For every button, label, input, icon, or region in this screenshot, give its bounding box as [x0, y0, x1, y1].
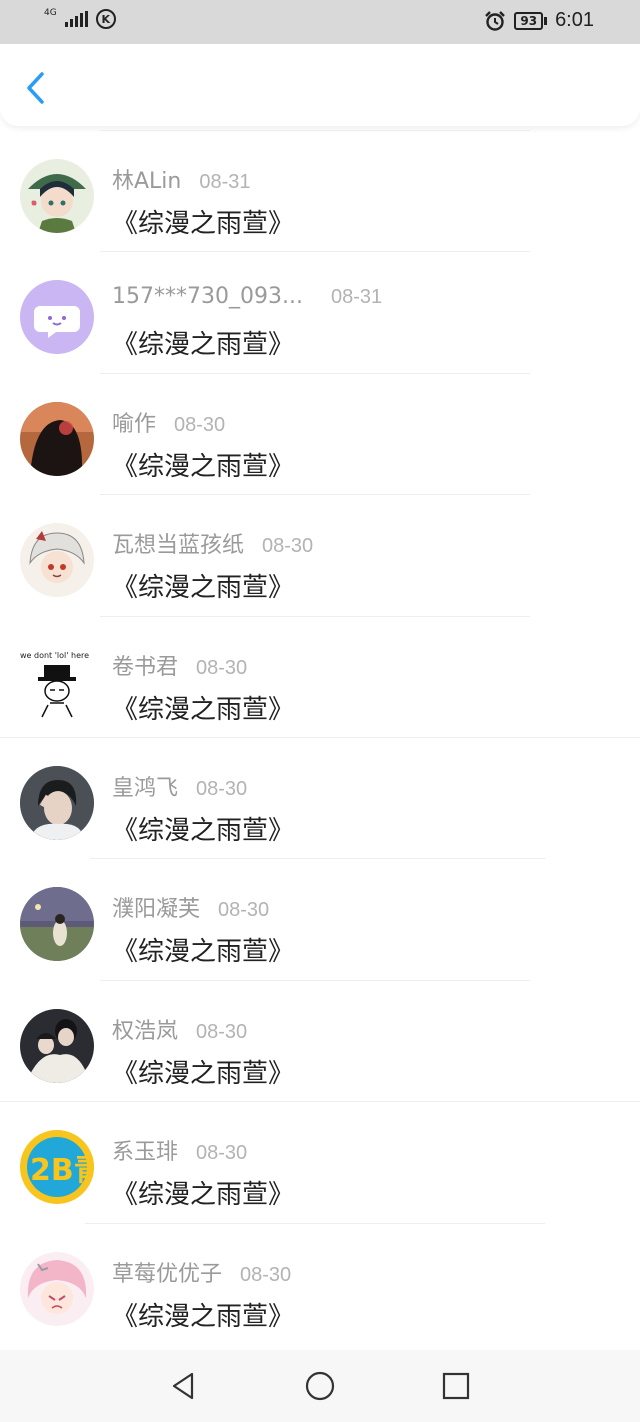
username: 草莓优优子 [112, 1261, 223, 1287]
list-item[interactable]: 喻作 08-30 《综漫之雨萱》 [0, 374, 640, 496]
avatar-caption: 2B青年 [30, 1153, 94, 1188]
list-item[interactable]: 157***730_093... 08-31 《综漫之雨萱》 [0, 252, 640, 374]
battery-level: 93 [514, 11, 544, 30]
top-app-bar [0, 44, 640, 126]
avatar[interactable] [20, 401, 94, 476]
username: 权浩岚 [112, 1018, 179, 1044]
book-title: 《综漫之雨萱》 [112, 451, 295, 482]
carrier-icon: K [95, 9, 116, 29]
book-title: 《综漫之雨萱》 [112, 573, 295, 604]
book-title: 《综漫之雨萱》 [112, 694, 295, 725]
avatar[interactable] [20, 887, 94, 962]
book-title: 《综漫之雨萱》 [112, 209, 295, 239]
avatar[interactable]: 2B青年 [20, 1130, 94, 1205]
date: 08-31 [330, 286, 383, 309]
signal-icon [64, 11, 88, 27]
square-recents-icon[interactable] [440, 1370, 472, 1402]
date: 08-30 [262, 535, 314, 558]
username: 皇鸿飞 [112, 775, 179, 801]
clock: 6:01 [555, 9, 594, 31]
reader-list: 林ALin 08-31 《综漫之雨萱》 157***730_093... 08-… [0, 130, 640, 1345]
book-title: 《综漫之雨萱》 [112, 1058, 295, 1089]
avatar[interactable] [20, 765, 94, 840]
list-item[interactable]: 草莓优优子 08-30 《综漫之雨萱》 [0, 1224, 640, 1345]
username: 濮阳凝芙 [112, 897, 201, 923]
username: 喻作 [112, 411, 157, 437]
chevron-left-icon[interactable] [22, 70, 50, 106]
username: 林ALin [112, 169, 182, 194]
date: 08-30 [218, 899, 270, 922]
status-bar: 4G K 93 6:01 [0, 0, 640, 44]
username: 卷书君 [112, 654, 179, 680]
list-item[interactable]: 皇鸿飞 08-30 《综漫之雨萱》 [0, 738, 640, 860]
username: 系玉琲 [112, 1140, 179, 1166]
book-title: 《综漫之雨萱》 [112, 815, 295, 846]
username: 157***730_093... [112, 284, 303, 310]
avatar[interactable] [20, 280, 94, 355]
status-left: 4G K [44, 7, 116, 29]
triangle-back-icon[interactable] [168, 1370, 200, 1402]
list-item[interactable]: 濮阳凝芙 08-30 《综漫之雨萱》 [0, 859, 640, 981]
date: 08-30 [196, 656, 248, 679]
list-item[interactable]: 林ALin 08-31 《综漫之雨萱》 [0, 131, 640, 253]
avatar[interactable] [20, 1251, 94, 1326]
avatar[interactable]: we dont 'lol' here [20, 644, 94, 719]
book-title: 《综漫之雨萱》 [112, 1180, 295, 1211]
book-title: 《综漫之雨萱》 [112, 937, 295, 968]
date: 08-30 [174, 413, 226, 436]
status-right: 93 6:01 [484, 9, 594, 32]
date: 08-31 [199, 171, 251, 193]
list-item[interactable]: 2B青年 系玉琲 08-30 《综漫之雨萱》 [0, 1102, 640, 1224]
avatar-caption: we dont 'lol' here [20, 651, 89, 660]
date: 08-30 [196, 1020, 248, 1043]
avatar[interactable] [20, 1008, 94, 1083]
system-nav-bar [0, 1350, 640, 1422]
date: 08-30 [196, 777, 248, 800]
book-title: 《综漫之雨萱》 [112, 1301, 295, 1332]
circle-home-icon[interactable] [304, 1370, 336, 1402]
date: 08-30 [240, 1263, 292, 1286]
avatar[interactable] [20, 523, 94, 598]
avatar[interactable] [20, 159, 94, 233]
network-type-label: 4G [44, 7, 57, 18]
battery-icon: 93 [514, 11, 548, 30]
username: 瓦想当蓝孩纸 [112, 533, 245, 559]
date: 08-30 [196, 1142, 248, 1165]
list-item[interactable]: 权浩岚 08-30 《综漫之雨萱》 [0, 981, 640, 1103]
list-item[interactable]: we dont 'lol' here 卷书君 08-30 《综漫之雨萱》 [0, 617, 640, 738]
book-title: 《综漫之雨萱》 [112, 330, 295, 361]
alarm-icon [485, 10, 506, 31]
list-item[interactable]: 瓦想当蓝孩纸 08-30 《综漫之雨萱》 [0, 495, 640, 617]
